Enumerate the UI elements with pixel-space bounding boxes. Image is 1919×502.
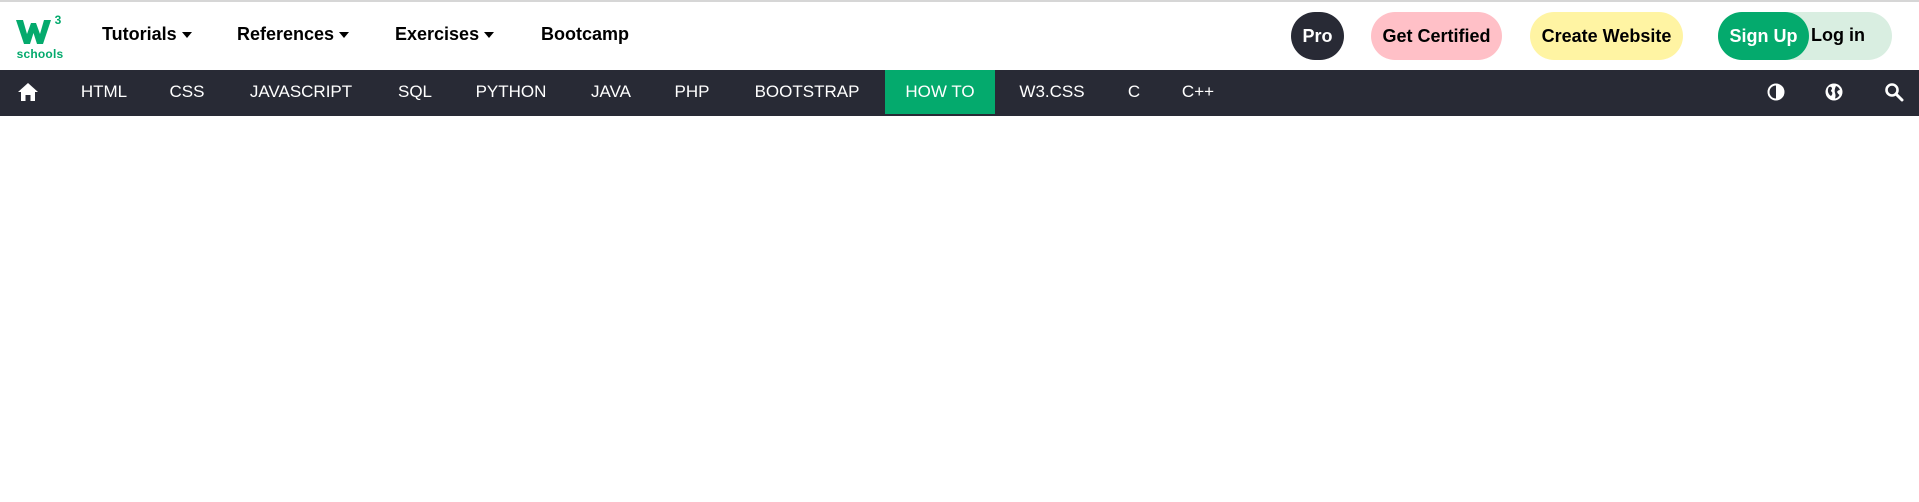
nav-item-java[interactable]: JAVA — [572, 70, 650, 114]
nav-item-python[interactable]: PYTHON — [461, 70, 561, 114]
nav-item-how-to[interactable]: HOW TO — [885, 70, 995, 114]
nav-bar: HTML CSS JAVASCRIPT SQL PYTHON JAVA PHP … — [0, 70, 1919, 116]
globe-icon — [1825, 83, 1843, 101]
home-button[interactable] — [10, 70, 46, 114]
menu-bootcamp-label: Bootcamp — [541, 24, 630, 44]
w3schools-logo[interactable]: 3 schools — [16, 14, 64, 61]
nav-item-c[interactable]: C — [1116, 70, 1152, 114]
menu-exercises-label: Exercises — [395, 24, 480, 44]
caret-down-icon — [181, 31, 192, 38]
nav-item-php[interactable]: PHP — [656, 70, 728, 114]
menu-bootcamp[interactable]: Bootcamp — [541, 24, 629, 45]
create-website-button[interactable]: Create Website — [1530, 12, 1683, 60]
get-certified-button[interactable]: Get Certified — [1371, 12, 1502, 60]
caret-down-icon — [484, 31, 495, 38]
nav-item-bootstrap[interactable]: BOOTSTRAP — [737, 70, 877, 114]
theme-toggle-button[interactable] — [1762, 70, 1790, 114]
menu-references-label: References — [237, 24, 335, 44]
menu-tutorials-label: Tutorials — [102, 24, 177, 44]
nav-item-html[interactable]: HTML — [62, 70, 146, 114]
logo-text: schools — [16, 47, 64, 61]
w3-logo-icon: 3 — [16, 14, 62, 44]
contrast-icon — [1767, 83, 1785, 101]
top-bar: 3 schools Tutorials References Exercises… — [0, 2, 1919, 70]
home-icon — [18, 83, 38, 101]
caret-down-icon — [339, 31, 350, 38]
logo-superscript: 3 — [55, 14, 62, 27]
menu-exercises[interactable]: Exercises — [395, 24, 495, 45]
page: 3 schools Tutorials References Exercises… — [0, 0, 1919, 502]
nav-item-w3css[interactable]: W3.CSS — [1004, 70, 1100, 114]
nav-item-javascript[interactable]: JAVASCRIPT — [233, 70, 369, 114]
menu-references[interactable]: References — [237, 24, 350, 45]
nav-item-sql[interactable]: SQL — [380, 70, 450, 114]
menu-tutorials[interactable]: Tutorials — [102, 24, 192, 45]
login-label: Log in — [1811, 24, 1865, 45]
search-icon — [1885, 83, 1904, 102]
language-button[interactable] — [1820, 70, 1848, 114]
search-button[interactable] — [1880, 70, 1908, 114]
nav-item-css[interactable]: CSS — [152, 70, 222, 114]
signup-button[interactable]: Sign Up — [1718, 12, 1809, 60]
nav-item-cpp[interactable]: C++ — [1170, 70, 1226, 114]
pro-button[interactable]: Pro — [1291, 12, 1344, 60]
main-content — [0, 116, 1919, 502]
